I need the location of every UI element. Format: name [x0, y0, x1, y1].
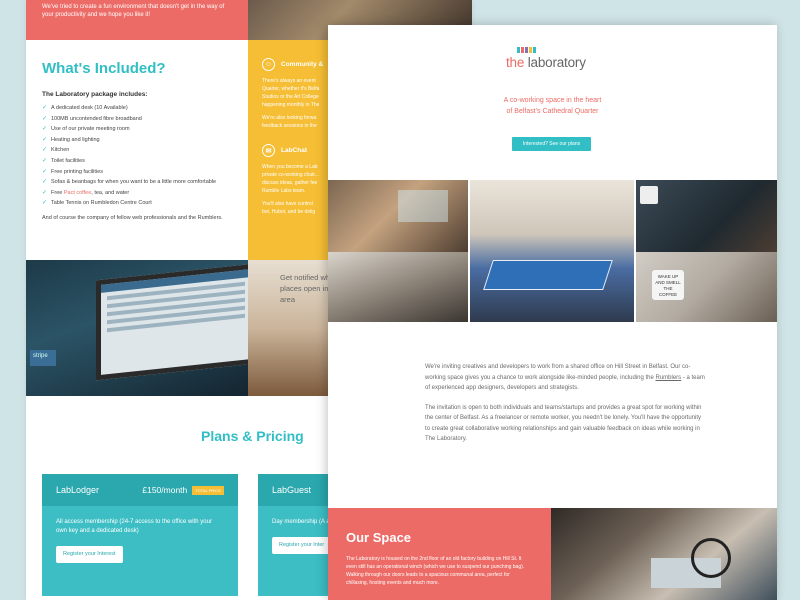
check-icon: ✓: [42, 200, 48, 207]
mug-icon: [640, 186, 658, 204]
whats-included-title: What's Included?: [42, 60, 166, 77]
laptop-sticker: stripe: [30, 350, 56, 366]
laptop-photo: stripe: [26, 260, 248, 396]
coffee-mug: WAKE UP AND SMELL THE COFFEE: [652, 270, 684, 300]
check-icon: ✓: [42, 168, 48, 175]
intro-paragraph-2: The invitation is open to both individua…: [425, 404, 702, 443]
table-tennis-photo: [470, 180, 634, 322]
our-space-section: Our Space The Laboratory is housed on th…: [328, 508, 551, 600]
coffee-mug-photo: WAKE UP AND SMELL THE COFFEE: [636, 252, 777, 322]
list-item: ✓ Heating and lighting: [42, 135, 232, 146]
check-icon: ✓: [42, 136, 48, 143]
laptop-screen: [96, 263, 248, 381]
tagline: A co-working space in the heart of Belfa…: [503, 97, 602, 115]
check-icon: ✓: [42, 189, 48, 196]
intro-text: We're inviting creatives and developers …: [425, 362, 705, 454]
check-icon: ✓: [42, 105, 48, 111]
register-interest-button[interactable]: Register your Inter: [272, 537, 332, 554]
check-icon: ✓: [42, 115, 48, 122]
wheel-icon: [691, 538, 731, 578]
list-item: ✓ Kitchen: [42, 145, 232, 156]
smiley-icon: ☺: [262, 58, 275, 71]
laboratory-logo[interactable]: the laboratory: [506, 47, 596, 87]
list-item: ✓ Free Pact coffee, tea, and water: [42, 188, 232, 199]
logo-test-tubes-icon: [517, 47, 596, 53]
plan-name: LabGuest: [272, 485, 312, 495]
our-space-title: Our Space: [346, 530, 412, 545]
price-badge: TOTAL PRICE: [192, 485, 224, 495]
community-title: Community &: [281, 61, 324, 68]
plan-price: £150/month: [142, 485, 188, 495]
plan-card-header: LabLodger £150/month TOTAL PRICE: [42, 474, 238, 506]
whats-included-section: What's Included? The Laboratory package …: [26, 40, 248, 260]
intro-paragraph-1: We're inviting creatives and developers …: [425, 364, 705, 391]
check-icon: ✓: [42, 179, 48, 186]
whats-included-subtitle: The Laboratory package includes:: [42, 91, 148, 98]
list-item: ✓ A dedicated desk (10 Available): [42, 103, 232, 114]
our-space-description: The Laboratory is housed on the 2nd floo…: [346, 556, 525, 586]
list-item: ✓ Sofas & beanbags for when you want to b…: [42, 177, 232, 188]
plans-title: Plans & Pricing: [201, 428, 304, 444]
plan-name: LabLodger: [56, 485, 100, 495]
top-banner-text: We've tried to create a fun environment …: [26, 0, 248, 40]
laptop-coding-photo: [636, 180, 777, 252]
list-item: ✓ 100MB uncontended fibre broadband: [42, 114, 232, 125]
check-icon: ✓: [42, 157, 48, 164]
chat-bubble-icon: ✉: [262, 144, 275, 157]
list-item: ✓ Use of our private meeting room: [42, 124, 232, 135]
pact-coffee-link[interactable]: Pact coffee: [64, 188, 91, 199]
rumblers-link[interactable]: Rumblers: [655, 375, 681, 381]
people-at-desk-photo: [328, 180, 468, 252]
list-item: ✓ Toilet facilities: [42, 156, 232, 167]
plan-card-lablodger: LabLodger £150/month TOTAL PRICE All acc…: [42, 474, 238, 596]
workspace-photo: [551, 508, 777, 600]
photo-grid: WAKE UP AND SMELL THE COFFEE: [328, 180, 777, 322]
plan-card-body: All access membership (24-7 access to th…: [42, 506, 238, 575]
labchat-title: LabChat: [281, 147, 307, 154]
logo-text: the laboratory: [506, 55, 586, 70]
included-footer: And of course the company of fellow web …: [42, 214, 223, 221]
included-list: ✓ A dedicated desk (10 Available) ✓ 100MB …: [42, 103, 232, 209]
register-interest-button[interactable]: Register your Interest: [56, 546, 123, 563]
right-page: the laboratory A co-working space in the…: [328, 25, 777, 600]
see-plans-button[interactable]: Interested? See our plans: [512, 137, 591, 151]
plan-description: All access membership (24-7 access to th…: [56, 519, 212, 534]
list-item: ✓ Free printing facilities: [42, 167, 232, 178]
presentation-photo: [328, 252, 468, 322]
ping-pong-table: [483, 260, 613, 290]
check-icon: ✓: [42, 147, 48, 154]
check-icon: ✓: [42, 126, 48, 133]
list-item: ✓ Table Tennis on Rumbledon Centre Court: [42, 198, 232, 209]
